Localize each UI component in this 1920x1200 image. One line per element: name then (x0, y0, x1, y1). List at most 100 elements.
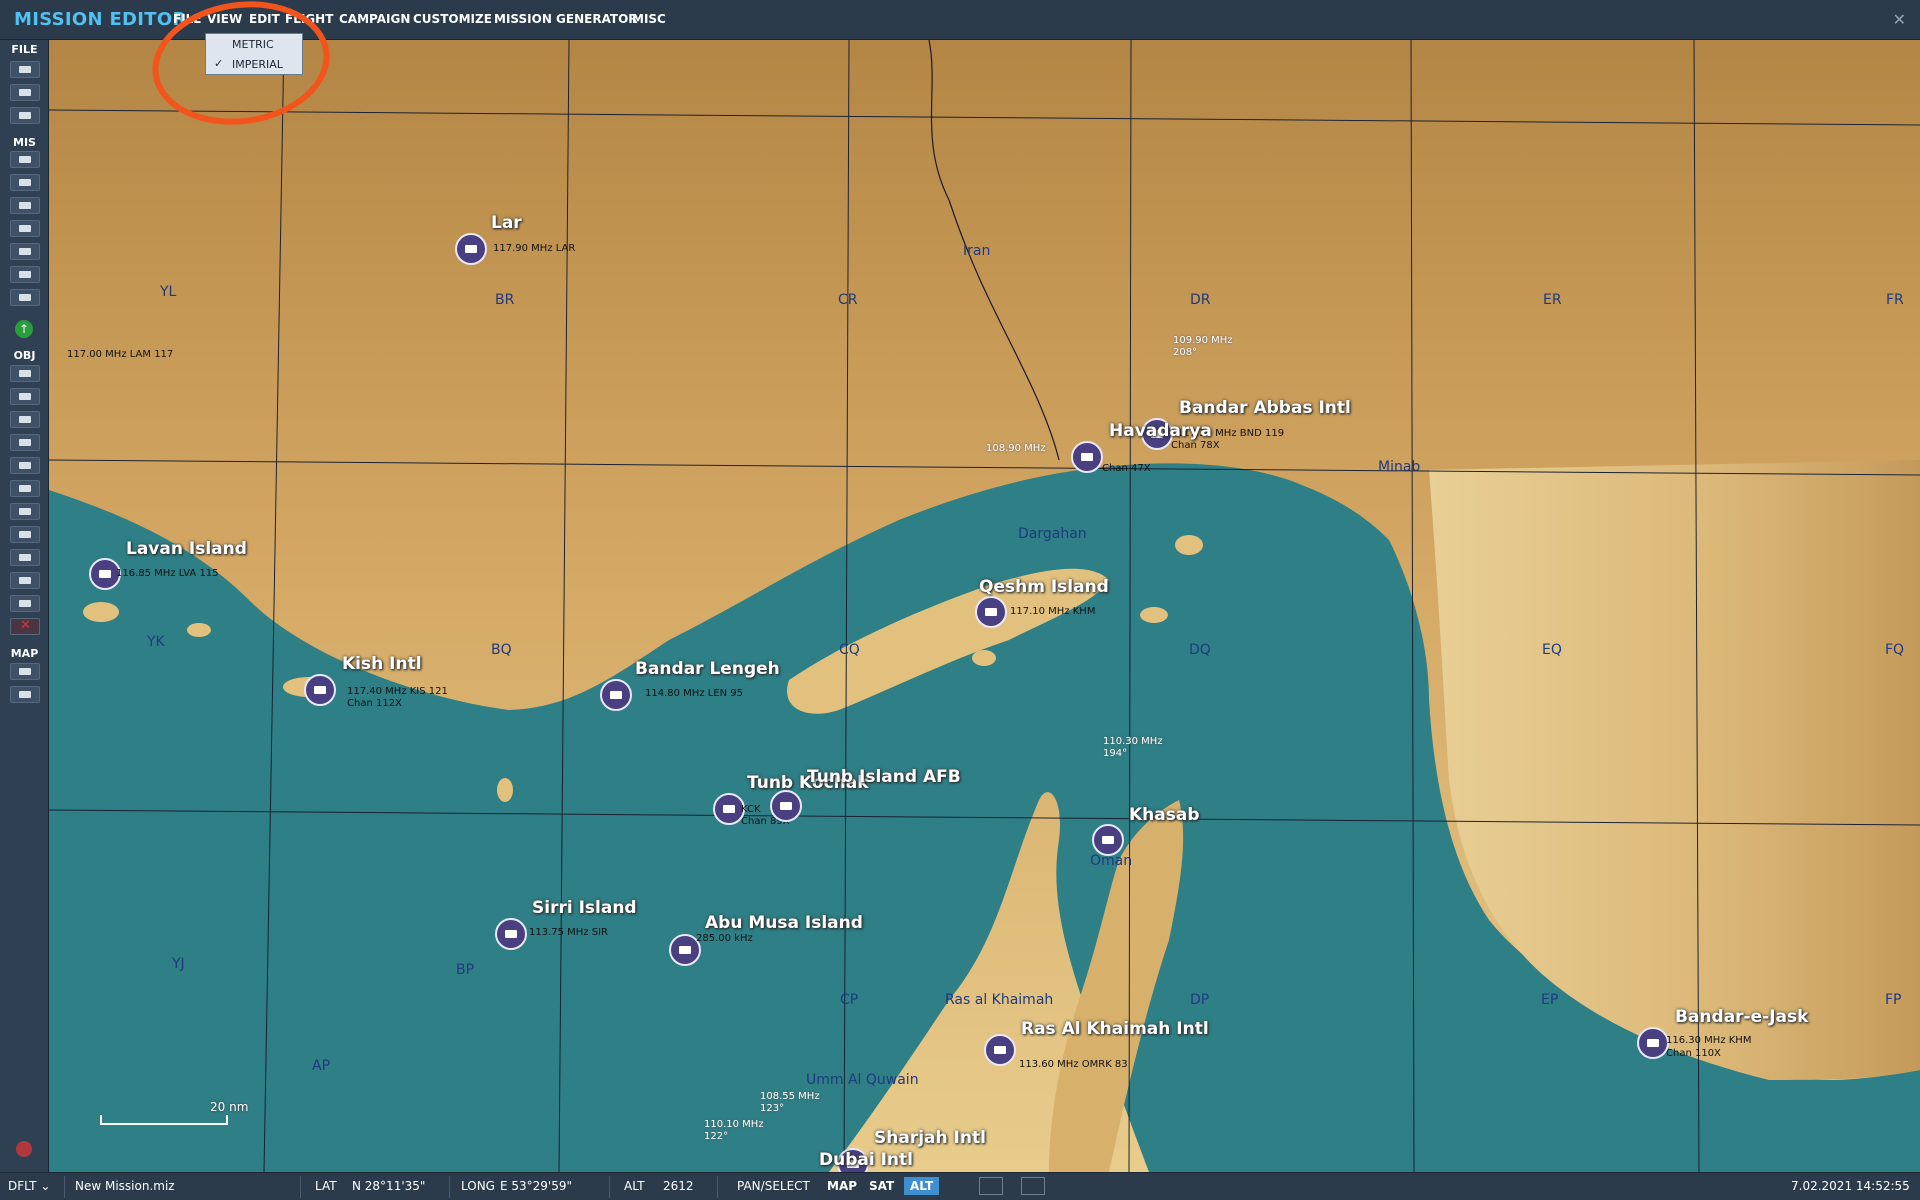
lat-label: LAT (315, 1179, 337, 1193)
grid-label: YK (147, 634, 165, 650)
grid-label: EP (1541, 992, 1559, 1008)
airbase-icon-lar[interactable] (455, 233, 487, 265)
airbase-icon-tunb-island[interactable] (770, 790, 802, 822)
airbase-freq: 110.30 MHz (1103, 736, 1163, 747)
airbase-freq: 117.10 MHz KHM (1010, 606, 1096, 617)
airbase-freq: 114.80 MHz LEN 95 (645, 688, 744, 699)
menu-campaign[interactable]: CAMPAIGN (339, 12, 410, 26)
formation-icon[interactable] (10, 572, 40, 589)
filename: New Mission.miz (75, 1179, 175, 1193)
menu-mission-generator[interactable]: MISSION GENERATOR (494, 12, 638, 26)
zone-icon[interactable] (10, 480, 40, 497)
check-icon[interactable] (10, 266, 40, 283)
sat-mode-button[interactable]: SAT (863, 1177, 900, 1195)
map-canvas[interactable]: YL BR CR DR ER FR YK BQ CQ DQ EQ FQ YJ B… (49, 40, 1920, 1172)
place-label-umm-al-quwain: Umm Al Quwain (806, 1072, 919, 1088)
airbase-freq-extra: Chan 78X (1171, 440, 1220, 451)
airbase-icon-qeshm[interactable] (975, 596, 1007, 628)
dropdown-item-imperial[interactable]: ✓ IMPERIAL (206, 55, 302, 74)
menu-misc[interactable]: MISC (632, 12, 666, 26)
place-label-ras-al-khaimah: Ras al Khaimah (945, 992, 1054, 1008)
airbase-name: Ras Al Khaimah Intl (1021, 1019, 1209, 1039)
close-icon[interactable]: ✕ (1893, 10, 1906, 29)
delete-icon[interactable] (10, 618, 40, 635)
grid-label: DQ (1189, 642, 1211, 658)
navaid-freq-lam: 117.00 MHz LAM 117 (67, 349, 174, 360)
navaid-freq-extra: 208° (1173, 347, 1198, 358)
toolbar-section-mis: MIS (13, 136, 36, 149)
navaid-freq: 109.90 MHz (1173, 335, 1233, 346)
long-value: E 53°29'59" (500, 1179, 573, 1193)
briefing-icon[interactable] (10, 151, 40, 168)
map-mode-button[interactable]: MAP (821, 1177, 863, 1195)
chevron-down-icon: ⌄ (40, 1179, 51, 1193)
ruler-icon[interactable] (10, 663, 40, 680)
stop-icon[interactable] (16, 1141, 32, 1157)
statusbar: DFLT ⌄ New Mission.miz LAT N 28°11'35" L… (0, 1172, 1920, 1200)
grid-label: DR (1190, 292, 1211, 308)
route-icon[interactable] (10, 197, 40, 214)
airbase-freq: 110.10 MHz (704, 1119, 764, 1130)
airbase-icon-khasab[interactable] (1092, 824, 1124, 856)
flag-icon[interactable] (10, 243, 40, 260)
alt-label: ALT (624, 1179, 645, 1193)
menu-file[interactable]: FILE (173, 12, 202, 26)
alt-value: 2612 (663, 1179, 694, 1193)
airbase-name: Lavan Island (126, 539, 247, 559)
new-file-icon[interactable] (10, 61, 40, 78)
static-icon[interactable] (10, 457, 40, 474)
measure-icon[interactable] (10, 686, 40, 703)
airbase-name: Tunb Island AFB (807, 767, 961, 787)
save-file-icon[interactable] (10, 107, 40, 124)
place-label-dargahan: Dargahan (1018, 526, 1087, 542)
trigger-icon[interactable] (10, 220, 40, 237)
ship-icon[interactable] (10, 411, 40, 428)
nav-point-icon[interactable] (10, 503, 40, 520)
unit-filter-icon[interactable] (979, 1177, 1003, 1195)
dropdown-label: METRIC (232, 38, 274, 51)
grid-label: DP (1190, 992, 1210, 1008)
add-unit-icon[interactable]: ↑ (15, 320, 33, 338)
shapes-icon[interactable] (10, 595, 40, 612)
app-title: MISSION EDITOR (14, 9, 187, 30)
view-dropdown: METRIC ✓ IMPERIAL (205, 33, 303, 75)
lat-value: N 28°11'35" (352, 1179, 426, 1193)
target-icon[interactable] (10, 526, 40, 543)
close-circle-icon[interactable] (10, 549, 40, 566)
menu-customize[interactable]: CUSTOMIZE (413, 12, 492, 26)
profile-select[interactable]: DFLT ⌄ (8, 1179, 50, 1193)
airbase-icon-bandar-lengeh[interactable] (600, 679, 632, 711)
airbase-icon-ras-al-khaimah[interactable] (984, 1034, 1016, 1066)
airbase-icon-sirri[interactable] (495, 918, 527, 950)
airbase-icon-kish[interactable] (304, 674, 336, 706)
vehicle-icon[interactable] (10, 434, 40, 451)
weather-icon[interactable] (10, 174, 40, 191)
grid-label: BR (495, 292, 515, 308)
templates-icon[interactable] (10, 289, 40, 306)
grid-label: BP (456, 962, 475, 978)
profile-value: DFLT (8, 1179, 37, 1193)
airbase-freq: KCK (741, 804, 761, 815)
scale-bar (100, 1115, 228, 1125)
airbase-name: Lar (491, 213, 522, 233)
grid-label: YJ (172, 956, 185, 972)
grid-label: FP (1885, 992, 1902, 1008)
grid-label: FQ (1885, 642, 1905, 658)
alt-mode-button[interactable]: ALT (904, 1177, 940, 1195)
check-icon: ✓ (214, 57, 224, 70)
menu-view[interactable]: VIEW (207, 12, 242, 26)
airbase-icon-bandar-e-jask[interactable] (1637, 1027, 1669, 1059)
airbase-freq: 116.30 MHz KHM (1666, 1035, 1752, 1046)
open-file-icon[interactable] (10, 84, 40, 101)
dropdown-item-metric[interactable]: METRIC (206, 35, 302, 54)
airbase-freq: 116.85 MHz LVA 115 (116, 568, 219, 579)
menu-flight[interactable]: FLIGHT (285, 12, 333, 26)
airbase-icon-havadarya[interactable] (1071, 441, 1103, 473)
grid-label: FR (1886, 292, 1904, 308)
datetime: 7.02.2021 14:52:55 (1791, 1179, 1910, 1193)
settings-icon[interactable] (1021, 1177, 1045, 1195)
helicopter-icon[interactable] (10, 388, 40, 405)
airbase-freq: 117.90 MHz LAR (493, 243, 576, 254)
plane-icon[interactable] (10, 365, 40, 382)
menu-edit[interactable]: EDIT (249, 12, 280, 26)
